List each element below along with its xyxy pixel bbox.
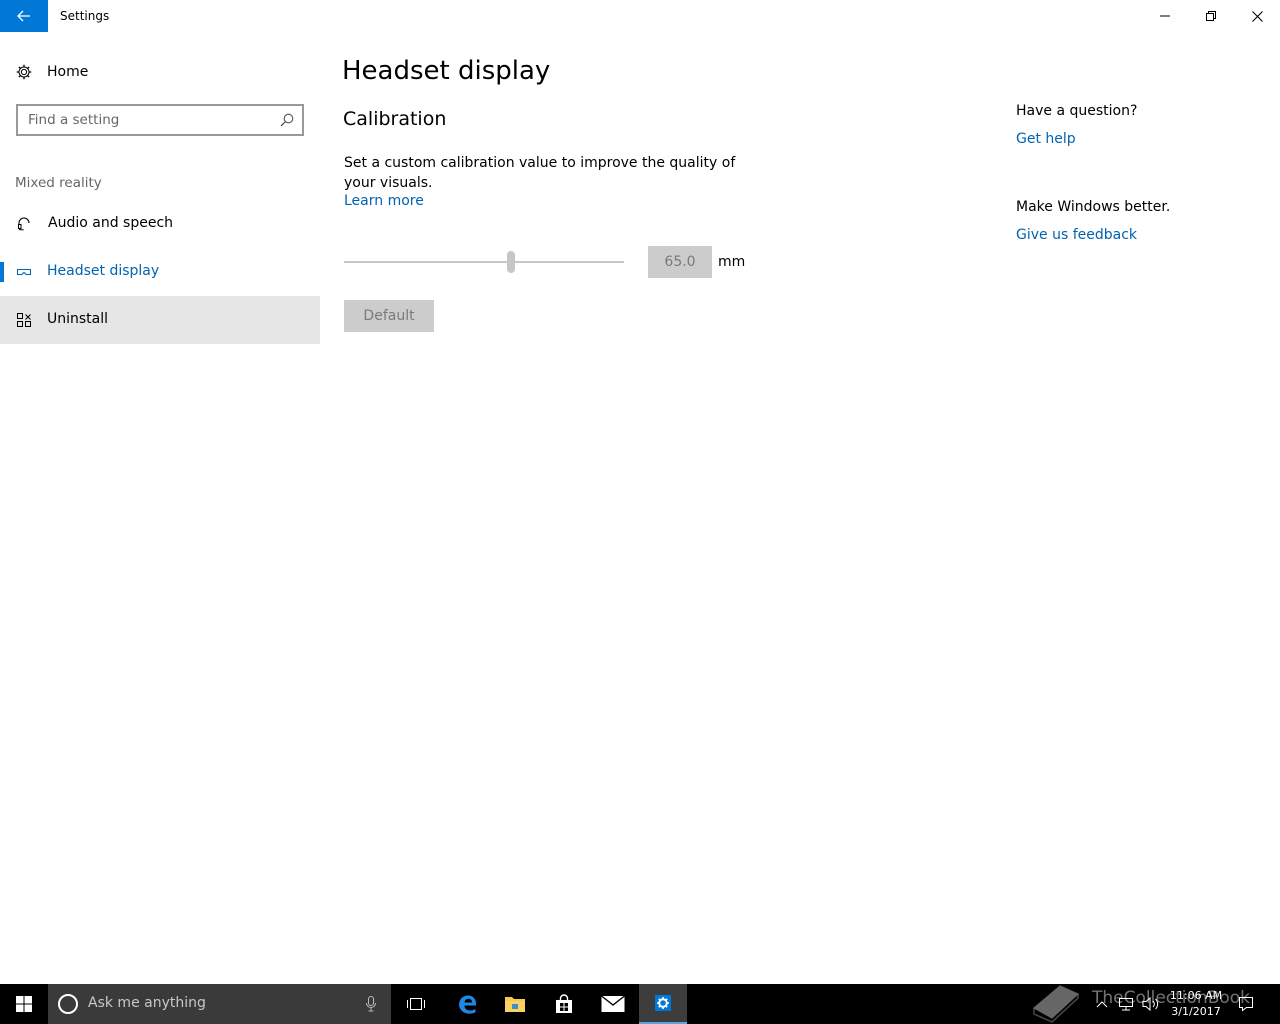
sidebar-item-label: Audio and speech — [48, 215, 174, 231]
mail-icon — [601, 995, 625, 1012]
cortana-search-text: Ask me anything — [88, 995, 206, 1011]
store-button[interactable] — [540, 984, 588, 1024]
vr-headset-icon — [16, 268, 32, 276]
window-title: Settings — [60, 9, 110, 23]
show-hidden-icons-button[interactable] — [1092, 984, 1112, 1024]
file-explorer-button[interactable] — [491, 984, 539, 1024]
taskbar: Ask me anything 11:06 AM 3/1/2017 — [0, 984, 1280, 1024]
volume-button[interactable] — [1140, 984, 1162, 1024]
network-button[interactable] — [1116, 984, 1136, 1024]
unit-label: mm — [718, 254, 746, 270]
clock-time: 11:06 AM — [1169, 989, 1223, 1002]
home-label: Home — [47, 64, 89, 80]
edge-button[interactable] — [443, 984, 491, 1024]
close-icon — [1251, 10, 1263, 22]
chevron-up-icon — [1096, 1001, 1108, 1008]
give-feedback-link[interactable]: Give us feedback — [1016, 227, 1137, 243]
cortana-icon — [58, 994, 78, 1014]
sidebar-item-headset-display[interactable]: Headset display — [0, 248, 320, 296]
search-icon[interactable] — [280, 113, 294, 127]
volume-icon — [1142, 996, 1159, 1012]
feedback-heading: Make Windows better. — [1016, 199, 1171, 215]
section-title: Calibration — [343, 108, 447, 130]
back-arrow-icon — [17, 10, 30, 22]
folder-icon — [505, 997, 525, 1012]
action-center-button[interactable] — [1234, 984, 1258, 1024]
selection-indicator — [0, 262, 4, 282]
minimize-button[interactable] — [1142, 0, 1188, 32]
title-bar: Settings — [0, 0, 1280, 32]
page-title: Headset display — [342, 56, 551, 86]
search-box[interactable] — [16, 104, 304, 136]
sidebar-item-home[interactable]: Home — [0, 56, 320, 90]
store-icon — [556, 994, 572, 1013]
microphone-icon[interactable] — [365, 996, 377, 1012]
sidebar-item-label: Uninstall — [47, 311, 109, 327]
restore-icon — [1206, 11, 1216, 21]
cortana-search-box[interactable]: Ask me anything — [48, 984, 391, 1024]
task-view-button[interactable] — [392, 984, 440, 1024]
sidebar-item-uninstall[interactable]: Uninstall — [0, 296, 320, 344]
restore-button[interactable] — [1188, 0, 1234, 32]
gear-icon — [16, 64, 32, 80]
minimize-icon — [1160, 15, 1170, 17]
sidebar-item-label: Headset display — [47, 263, 160, 279]
sidebar: Home Mixed reality Audio and speech Head… — [0, 32, 320, 984]
notification-icon — [1239, 997, 1253, 1012]
back-button[interactable] — [0, 0, 48, 32]
calibration-slider[interactable] — [344, 246, 624, 278]
question-heading: Have a question? — [1016, 103, 1138, 119]
slider-thumb[interactable] — [507, 251, 515, 273]
calibration-description: Set a custom calibration value to improv… — [344, 155, 736, 191]
headset-icon — [18, 217, 30, 231]
system-clock[interactable]: 11:06 AM 3/1/2017 — [1166, 988, 1226, 1020]
settings-taskbar-button[interactable] — [639, 984, 687, 1024]
gear-icon — [655, 995, 671, 1011]
task-view-icon — [407, 998, 425, 1010]
section-label: Mixed reality — [15, 175, 102, 191]
search-input[interactable] — [28, 111, 268, 129]
mail-button[interactable] — [589, 984, 637, 1024]
edge-icon — [459, 995, 476, 1014]
network-icon — [1119, 998, 1133, 1011]
default-button: Default — [344, 300, 434, 332]
calibration-value-field: 65.0 — [648, 246, 712, 278]
uninstall-icon — [17, 313, 31, 327]
learn-more-link[interactable]: Learn more — [344, 193, 424, 209]
sidebar-item-audio-and-speech[interactable]: Audio and speech — [0, 200, 320, 248]
slider-track[interactable] — [344, 261, 624, 263]
windows-logo-icon — [16, 996, 32, 1012]
get-help-link[interactable]: Get help — [1016, 131, 1076, 147]
clock-date: 3/1/2017 — [1171, 1005, 1221, 1018]
start-button[interactable] — [0, 984, 48, 1024]
close-button[interactable] — [1234, 0, 1280, 32]
